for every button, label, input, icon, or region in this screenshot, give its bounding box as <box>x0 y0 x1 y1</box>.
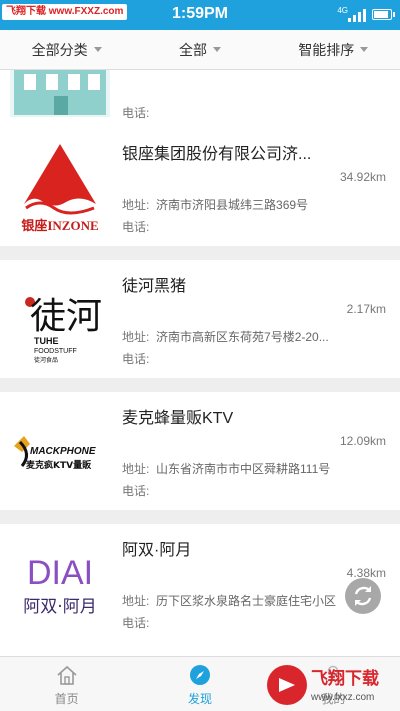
tab-discover-label: 发现 <box>187 692 212 706</box>
filter-sort-label: 智能排序 <box>298 41 355 58</box>
tel-label: 电话: <box>122 220 150 234</box>
address-label: 地址: <box>122 462 150 476</box>
distance: 2.17km <box>346 302 386 316</box>
caret-down-icon <box>360 47 369 52</box>
list-item[interactable]: 徒河 TUHE FOODSTUFF 徒河食品 徒河黑猪 2.17km 地址: 济… <box>0 260 400 378</box>
compass-icon <box>189 665 210 685</box>
tab-discover[interactable]: 发现 <box>133 657 266 711</box>
home-icon <box>57 665 77 685</box>
address-value: 历下区浆水泉路名士豪庭住宅小区 <box>156 594 337 608</box>
refresh-icon <box>354 586 372 606</box>
tel-label: 电话: <box>122 484 150 498</box>
merchant-name: 麦克蜂量贩KTV <box>122 410 234 427</box>
list-item[interactable]: 电话: <box>0 70 400 128</box>
logo-sub-1: MACKPHONE <box>30 446 96 457</box>
tuhe-logo: 徒河 TUHE FOODSTUFF 徒河食品 <box>10 270 110 370</box>
tab-home[interactable]: 首页 <box>0 657 133 711</box>
list-item[interactable]: MACKPHONE 麦克疯KTV量販 麦克蜂量贩KTV 12.09km 地址: … <box>0 392 400 510</box>
status-bar: 飞翔下载 www.FXXZ.com 1:59PM 4G <box>0 0 400 30</box>
building-thumbnail <box>10 70 110 117</box>
distance: 34.92km <box>339 170 386 184</box>
list-item[interactable]: DIAI 阿双·阿月 阿双·阿月 4.38km 地址: 历下区浆水泉路名士豪庭住… <box>0 524 400 656</box>
address-value: 山东省济南市市中区舜耕路111号 <box>156 462 331 476</box>
tel-label: 电话: <box>122 352 150 366</box>
filter-bar: 全部分类 全部 智能排序 <box>0 30 400 70</box>
filter-category-label: 全部分类 <box>31 41 88 58</box>
battery-icon <box>372 9 395 20</box>
logo-sub-3: 徒河食品 <box>34 356 58 364</box>
ktv-logo: MACKPHONE 麦克疯KTV量販 <box>10 402 110 502</box>
brand-watermark-url: www.fxxz.com <box>310 692 374 703</box>
address-value: 济南市济阳县城纬三路369号 <box>156 198 309 212</box>
inzone-logo: 银座INZONE <box>10 138 110 238</box>
brand-watermark-text: 飞翔下载 <box>311 668 379 689</box>
caret-down-icon <box>93 47 102 52</box>
logo-sub-2: FOODSTUFF <box>34 348 77 355</box>
tel-label: 电话: <box>122 106 150 120</box>
logo-sub-1: 阿双·阿月 <box>23 597 96 617</box>
caret-down-icon <box>212 47 221 52</box>
network-type: 4G <box>337 6 348 15</box>
filter-area[interactable]: 全部 <box>133 30 266 69</box>
refresh-button[interactable] <box>345 578 381 614</box>
address: 地址: 济南市济阳县城纬三路369号 <box>122 196 384 213</box>
tab-home-label: 首页 <box>54 692 79 706</box>
merchant-name: 银座集团股份有限公司济... <box>122 146 312 163</box>
merchant-list[interactable]: 电话: 银座INZONE 银座集团股份有限公司济... 34.92km 地址: … <box>0 70 400 656</box>
address-label: 地址: <box>122 594 150 608</box>
filter-area-label: 全部 <box>178 41 207 58</box>
logo-sub-1: TUHE <box>34 336 59 346</box>
logo-text: 银座INZONE <box>21 218 98 233</box>
merchant-name: 徒河黑猪 <box>122 278 187 295</box>
merchant-name: 阿双·阿月 <box>122 542 192 559</box>
filter-sort[interactable]: 智能排序 <box>267 30 400 69</box>
list-item[interactable]: 银座INZONE 银座集团股份有限公司济... 34.92km 地址: 济南市济… <box>0 128 400 246</box>
brand-watermark: 飞翔下载 www.fxxz.com <box>265 662 397 708</box>
address-value: 济南市高新区东荷苑7号楼2-20... <box>156 330 329 344</box>
logo-text: 麦克疯KTV量販 <box>26 459 92 471</box>
diai-logo: DIAI 阿双·阿月 <box>10 534 110 634</box>
filter-category[interactable]: 全部分类 <box>0 30 133 69</box>
tel-label: 电话: <box>122 616 150 630</box>
address: 地址: 山东省济南市市中区舜耕路111号 <box>122 460 384 477</box>
logo-text: DIAI <box>27 554 93 592</box>
address: 地址: 济南市高新区东荷苑7号楼2-20... <box>122 328 384 345</box>
logo-text: 徒河 <box>30 296 102 337</box>
signal-icon <box>348 8 366 22</box>
distance: 12.09km <box>339 434 386 448</box>
address-label: 地址: <box>122 330 150 344</box>
address-label: 地址: <box>122 198 150 212</box>
